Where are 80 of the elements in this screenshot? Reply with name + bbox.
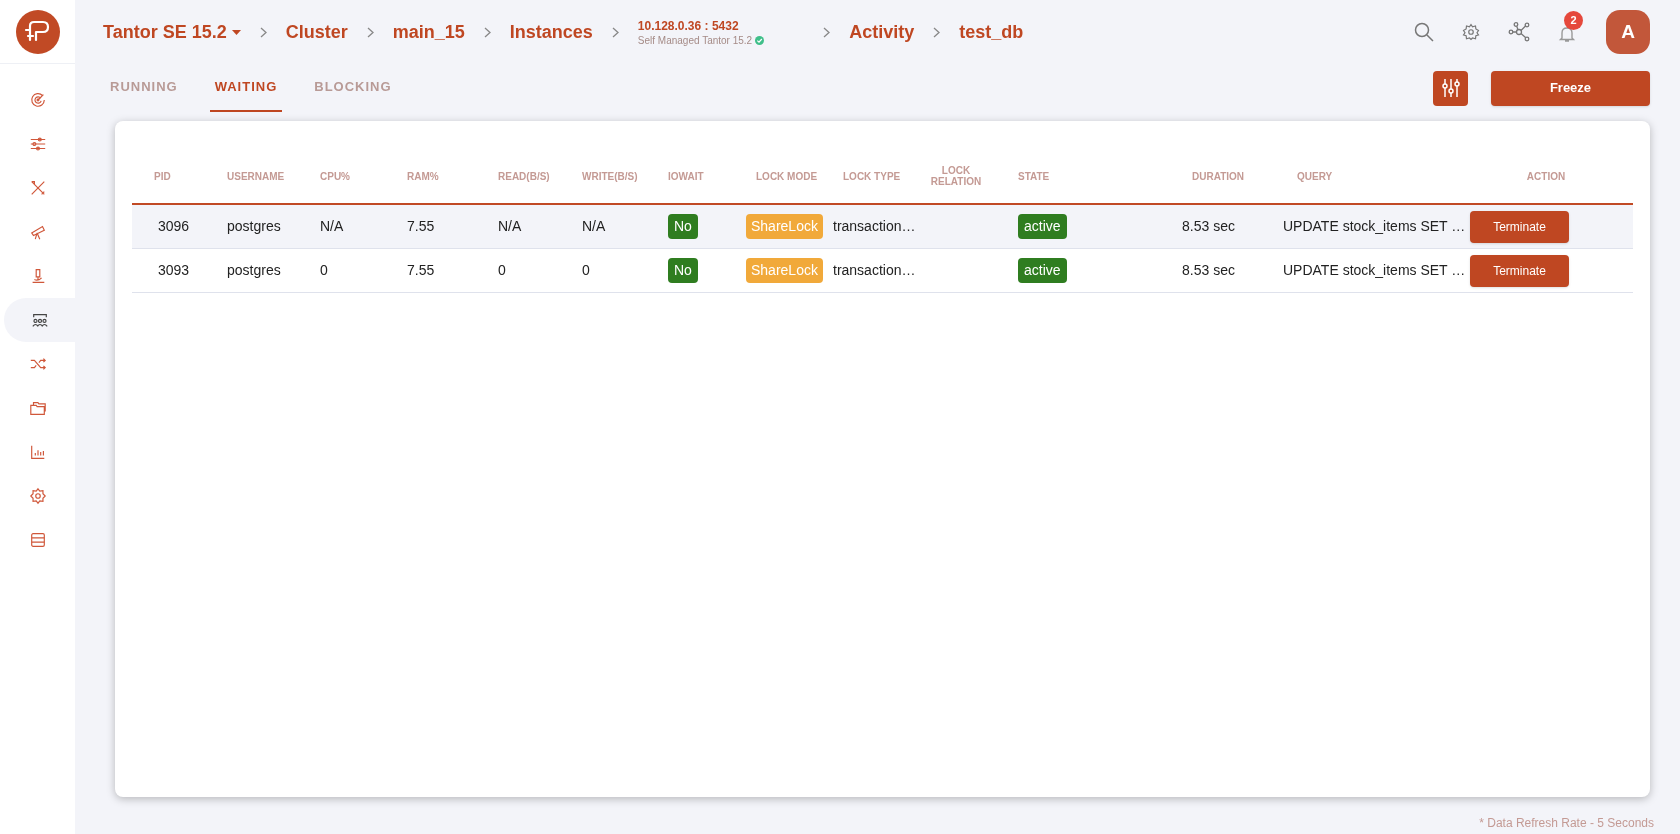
table-row[interactable]: 3096 postgres N/A 7.55 N/A N/A No ShareLock transaction… active 8.53 sec UPDATE stock_items SET … Terminate	[132, 205, 1633, 249]
table-cell: 0	[320, 262, 328, 278]
column-header: LOCK MODE	[755, 170, 819, 182]
breadcrumb-link[interactable]: test_db	[959, 18, 1024, 46]
column-header: STATE	[1017, 170, 1051, 182]
column-header: CPU%	[319, 170, 351, 182]
column-header: QUERY	[1296, 170, 1334, 182]
target-icon	[28, 91, 47, 109]
column-header: RAM%	[406, 170, 440, 182]
chevron-icon	[366, 26, 374, 38]
settings-icon[interactable]	[1462, 23, 1480, 41]
breadcrumb-link[interactable]: main_15	[392, 18, 465, 46]
table-cell: 8.53 sec	[1182, 262, 1235, 278]
filter-button[interactable]	[1433, 70, 1468, 106]
tab[interactable]: RUNNING	[105, 64, 183, 112]
table-cell: 3093	[158, 262, 190, 278]
chevron-icon	[259, 26, 267, 38]
folders-icon	[28, 399, 47, 417]
table-cell: UPDATE stock_items SET …	[1283, 218, 1466, 234]
search-icon[interactable]	[1414, 22, 1434, 42]
server-icon	[28, 531, 47, 549]
state-badge: active	[1018, 258, 1067, 283]
freeze-button[interactable]: Freeze	[1491, 70, 1650, 106]
column-header: LOCK RELATION	[929, 165, 983, 187]
breadcrumb-dropdown[interactable]: Tantor SE 15.2	[103, 18, 241, 46]
bell-icon[interactable]	[1558, 25, 1576, 43]
lock-mode-badge: ShareLock	[746, 214, 823, 239]
table-cell: N/A	[320, 218, 344, 234]
table-cell: N/A	[582, 218, 606, 234]
column-header: ACTION	[1525, 170, 1567, 182]
sidebar-item[interactable]	[4, 298, 75, 342]
column-header: DURATION	[1191, 170, 1246, 182]
telescope-icon	[28, 223, 47, 241]
chevron-icon	[823, 26, 831, 38]
table-cell: 7.55	[407, 218, 435, 234]
state-badge: active	[1018, 214, 1067, 239]
column-header: USERNAME	[226, 170, 286, 182]
table-cell: 8.53 sec	[1182, 218, 1235, 234]
column-header: READ(B/S)	[497, 170, 551, 182]
table-cell: 7.55	[407, 262, 435, 278]
chevron-icon	[483, 26, 491, 38]
refresh-rate-note: * Data Refresh Rate - 5 Seconds	[1479, 815, 1654, 832]
notification-badge: 2	[1564, 11, 1583, 30]
table-cell: 0	[582, 262, 590, 278]
check-circle-icon	[755, 35, 765, 45]
sliders-icon	[1440, 78, 1461, 98]
tab[interactable]: BLOCKING	[309, 64, 397, 112]
iowait-badge: No	[668, 258, 698, 283]
table-cell: N/A	[498, 218, 522, 234]
column-header: PID	[153, 170, 172, 182]
lock-mode-badge: ShareLock	[746, 258, 823, 283]
table-cell: UPDATE stock_items SET …	[1283, 262, 1466, 278]
user-avatar[interactable]: A	[1606, 10, 1650, 54]
breadcrumb-link[interactable]: Instances	[509, 18, 593, 46]
terminate-button[interactable]: Terminate	[1470, 254, 1569, 287]
column-header: LOCK TYPE	[842, 170, 902, 182]
sliders-icon	[28, 135, 47, 153]
logo-icon[interactable]	[15, 9, 60, 54]
breadcrumb-link[interactable]: 10.128.0.36 : 5432	[637, 17, 765, 34]
table-cell: postgres	[227, 218, 281, 234]
table-cell: transaction…	[833, 218, 916, 234]
breadcrumb-link[interactable]: Activity	[849, 18, 915, 46]
network-icon[interactable]	[1508, 22, 1530, 42]
table-cell: 0	[498, 262, 506, 278]
column-header: IOWAIT	[667, 170, 705, 182]
chevron-icon	[933, 26, 941, 38]
gear-icon	[28, 487, 47, 505]
tab[interactable]: WAITING	[209, 64, 283, 112]
table-cell: 3096	[158, 218, 190, 234]
bar-chart-icon	[28, 443, 47, 461]
terminate-button[interactable]: Terminate	[1470, 210, 1569, 243]
breadcrumb-link[interactable]: Cluster	[285, 18, 348, 46]
table-cell: transaction…	[833, 262, 916, 278]
chevron-icon	[611, 26, 619, 38]
table-cell: postgres	[227, 262, 281, 278]
instance-subtitle: Self Managed Tantor 15.2	[637, 33, 753, 47]
iowait-badge: No	[668, 214, 698, 239]
caret-icon	[231, 29, 241, 35]
column-header: WRITE(B/S)	[581, 170, 639, 182]
audience-icon	[30, 311, 49, 329]
